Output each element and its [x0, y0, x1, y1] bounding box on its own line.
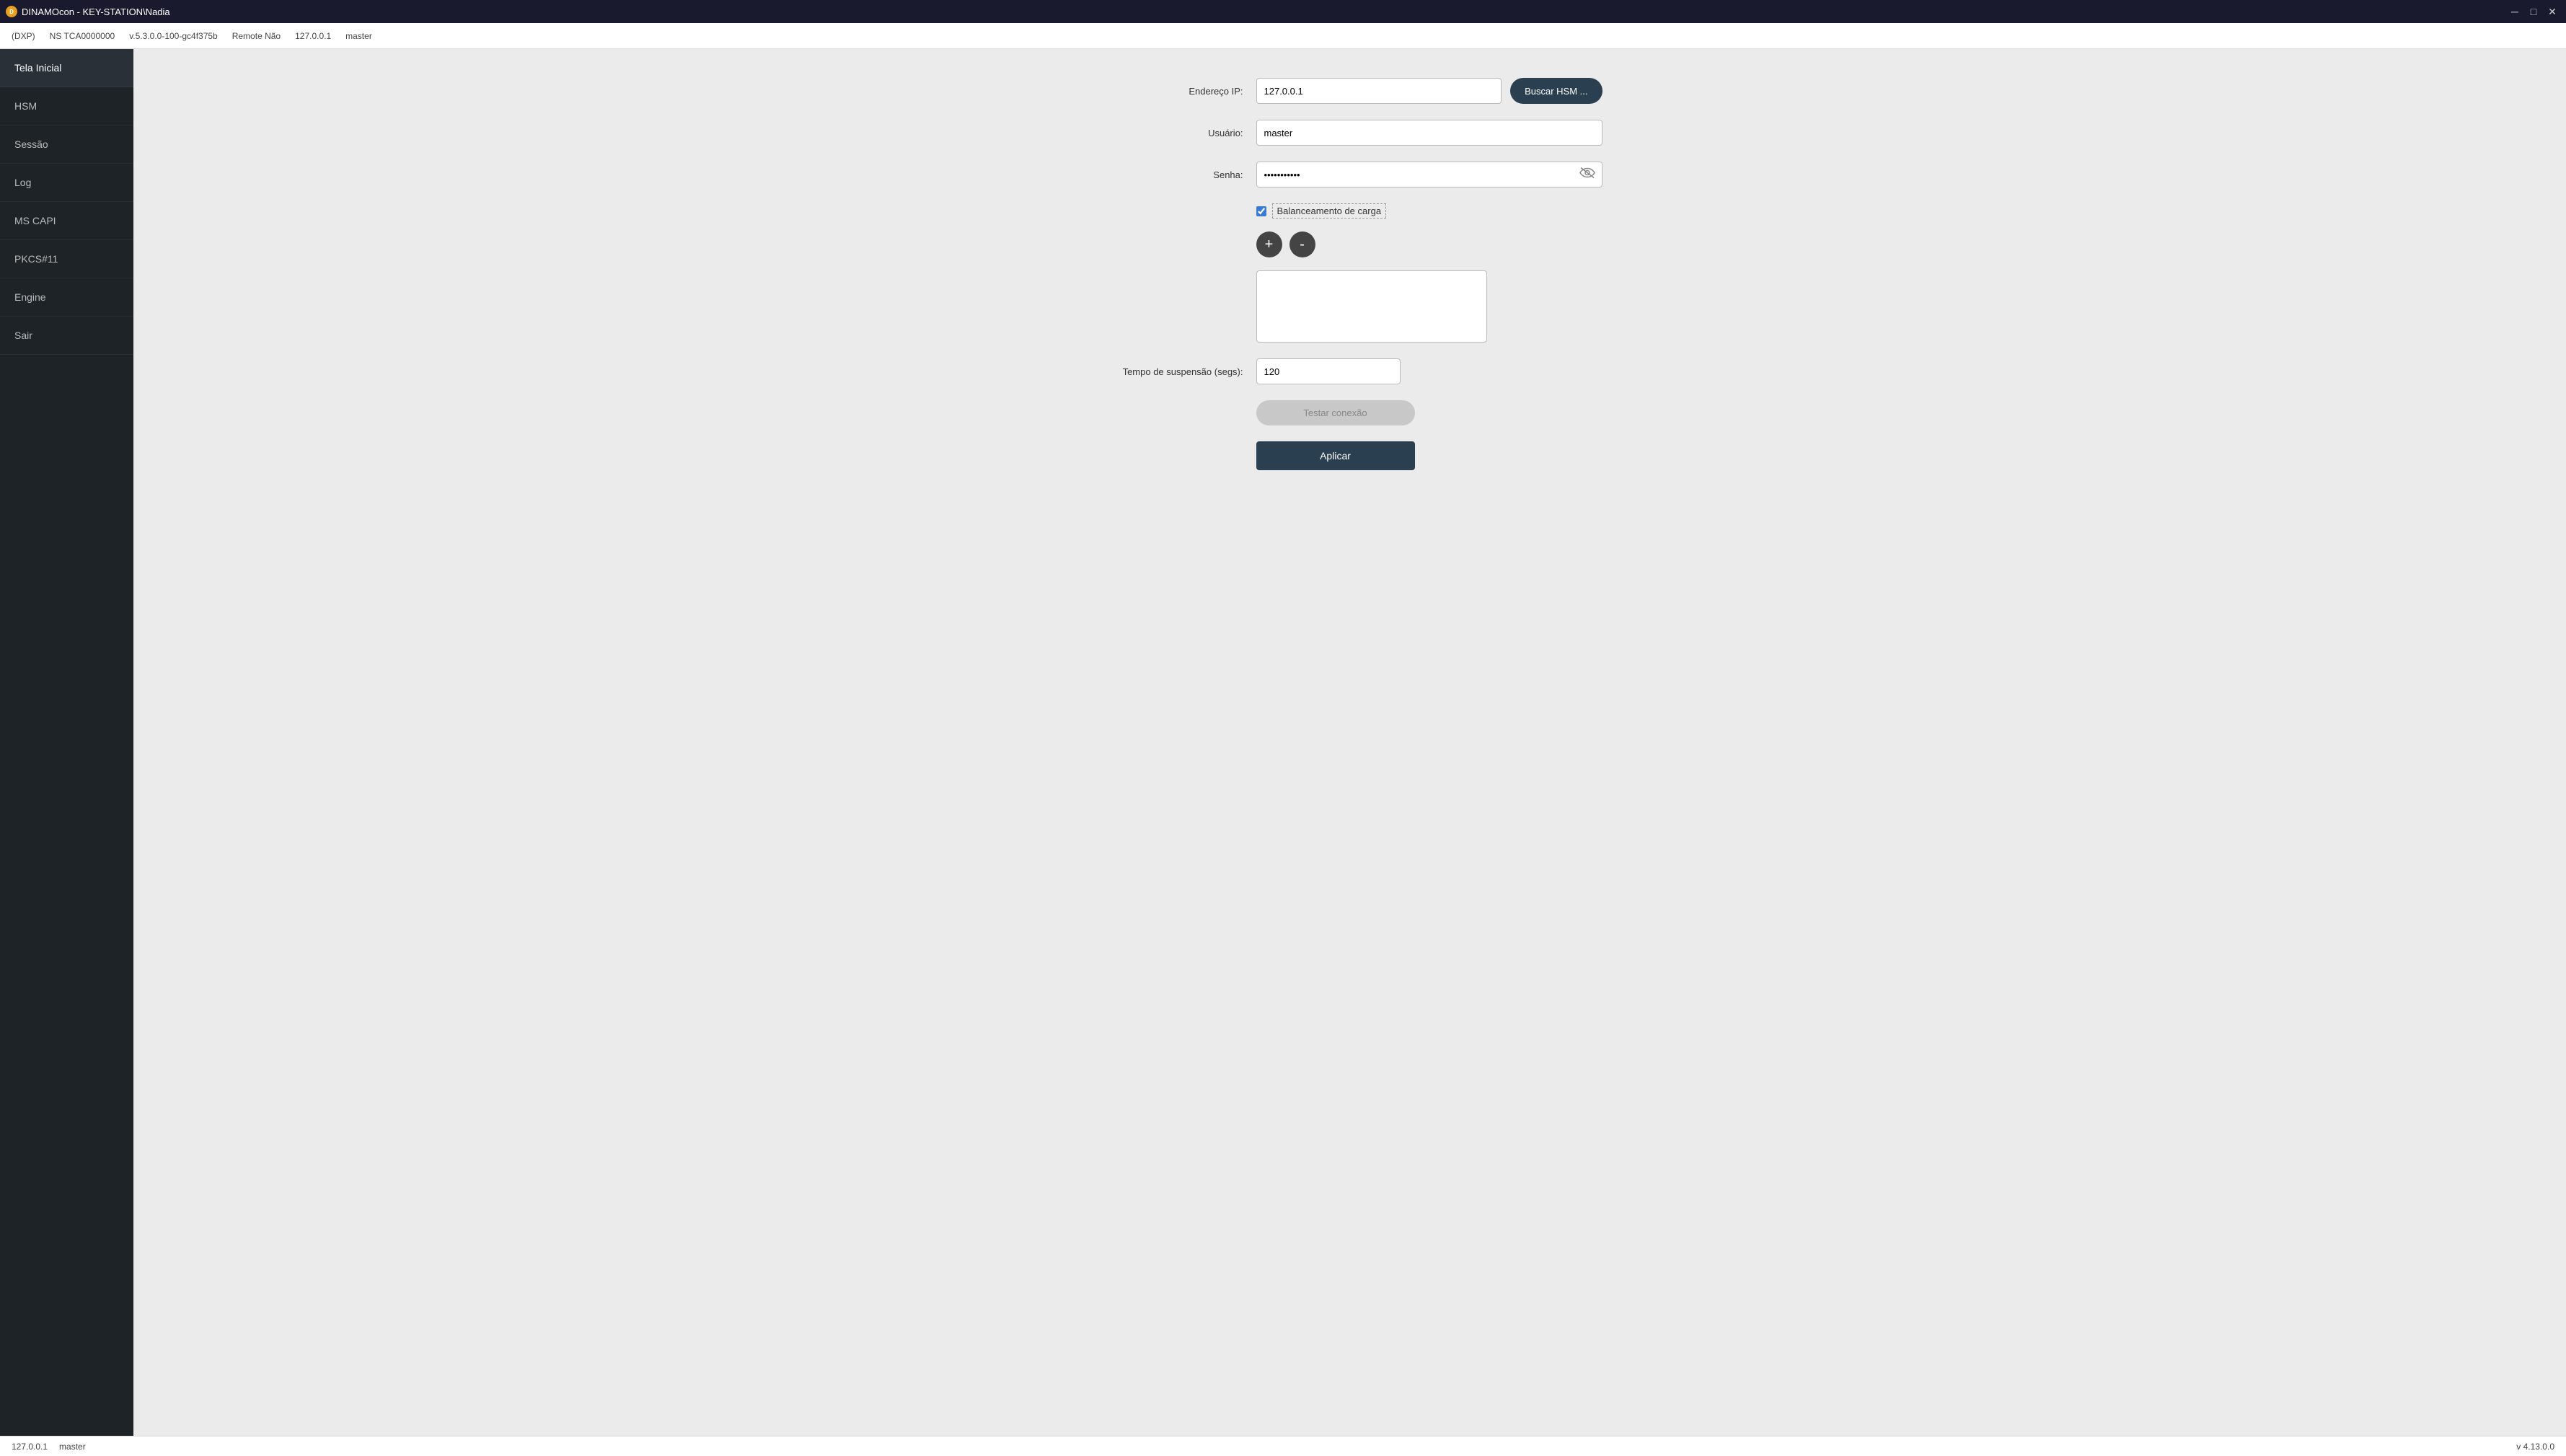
sidebar-item-engine[interactable]: Engine	[0, 278, 133, 317]
remove-button[interactable]: -	[1289, 231, 1315, 257]
aplicar-button[interactable]: Aplicar	[1256, 441, 1415, 470]
balanceamento-checkbox[interactable]	[1256, 206, 1266, 216]
tempo-field	[1256, 358, 1602, 384]
sidebar-item-ms-capi[interactable]: MS CAPI	[0, 202, 133, 240]
ip-input[interactable]	[1256, 78, 1502, 104]
status-bottom-mode: master	[59, 1442, 86, 1452]
usuario-label: Usuário:	[1098, 128, 1256, 138]
status-dxp: (DXP)	[12, 31, 35, 41]
status-bottom-version: v 4.13.0.0	[2516, 1442, 2554, 1452]
content-area: Endereço IP: Buscar HSM ... Usuário: Sen…	[133, 49, 2566, 1436]
senha-row: Senha:	[1098, 162, 1602, 187]
title-bar: D DINAMOcon - KEY-STATION\Nadia ─ □ ✕	[0, 0, 2566, 23]
sidebar-item-pkcs11[interactable]: PKCS#11	[0, 240, 133, 278]
balanceamento-label: Balanceamento de carga	[1272, 203, 1387, 219]
status-bottom-left: 127.0.0.1 master	[12, 1442, 86, 1452]
window-title: DINAMOcon - KEY-STATION\Nadia	[22, 6, 170, 17]
sidebar: Tela Inicial HSM Sessão Log MS CAPI PKCS…	[0, 49, 133, 1436]
title-bar-left: D DINAMOcon - KEY-STATION\Nadia	[6, 6, 170, 17]
toggle-password-icon[interactable]	[1579, 167, 1595, 182]
status-bar-bottom: 127.0.0.1 master v 4.13.0.0	[0, 1436, 2566, 1456]
usuario-row: Usuário:	[1098, 120, 1602, 146]
usuario-field	[1256, 120, 1602, 146]
status-mode-top: master	[345, 31, 372, 41]
status-remote: Remote Não	[232, 31, 281, 41]
senha-field	[1256, 162, 1602, 187]
ip-label: Endereço IP:	[1098, 86, 1256, 97]
main-layout: Tela Inicial HSM Sessão Log MS CAPI PKCS…	[0, 49, 2566, 1436]
status-version: v.5.3.0.0-100-gc4f375b	[129, 31, 218, 41]
sidebar-item-hsm[interactable]: HSM	[0, 87, 133, 125]
usuario-input[interactable]	[1256, 120, 1602, 146]
senha-input[interactable]	[1256, 162, 1602, 187]
plus-minus-row: + -	[1256, 231, 1602, 257]
minimize-button[interactable]: ─	[2507, 4, 2523, 19]
buscar-hsm-button[interactable]: Buscar HSM ...	[1510, 78, 1602, 104]
status-ip-top: 127.0.0.1	[295, 31, 331, 41]
app-icon: D	[6, 6, 17, 17]
status-bottom-ip: 127.0.0.1	[12, 1442, 48, 1452]
status-ns: NS TCA0000000	[50, 31, 115, 41]
ip-field-group: Buscar HSM ...	[1256, 78, 1602, 104]
senha-label: Senha:	[1098, 169, 1256, 180]
sidebar-item-log[interactable]: Log	[0, 164, 133, 202]
tempo-input[interactable]	[1256, 358, 1401, 384]
ip-row: Endereço IP: Buscar HSM ...	[1098, 78, 1602, 104]
add-button[interactable]: +	[1256, 231, 1282, 257]
balanceamento-row: Balanceamento de carga	[1256, 203, 1602, 219]
status-bar-top: (DXP) NS TCA0000000 v.5.3.0.0-100-gc4f37…	[0, 23, 2566, 49]
form-container: Endereço IP: Buscar HSM ... Usuário: Sen…	[1098, 78, 1602, 470]
sidebar-item-sair[interactable]: Sair	[0, 317, 133, 355]
tempo-label: Tempo de suspensão (segs):	[1098, 366, 1256, 377]
server-list-box[interactable]	[1256, 270, 1487, 343]
maximize-button[interactable]: □	[2526, 4, 2541, 19]
testar-conexao-button[interactable]: Testar conexão	[1256, 400, 1415, 425]
tempo-row: Tempo de suspensão (segs):	[1098, 358, 1602, 384]
close-button[interactable]: ✕	[2544, 4, 2560, 19]
testar-wrapper: Testar conexão	[1098, 400, 1602, 425]
title-bar-controls: ─ □ ✕	[2507, 4, 2560, 19]
sidebar-item-tela-inicial[interactable]: Tela Inicial	[0, 49, 133, 87]
sidebar-item-sessao[interactable]: Sessão	[0, 125, 133, 164]
aplicar-wrapper: Aplicar	[1098, 441, 1602, 470]
password-wrapper	[1256, 162, 1602, 187]
